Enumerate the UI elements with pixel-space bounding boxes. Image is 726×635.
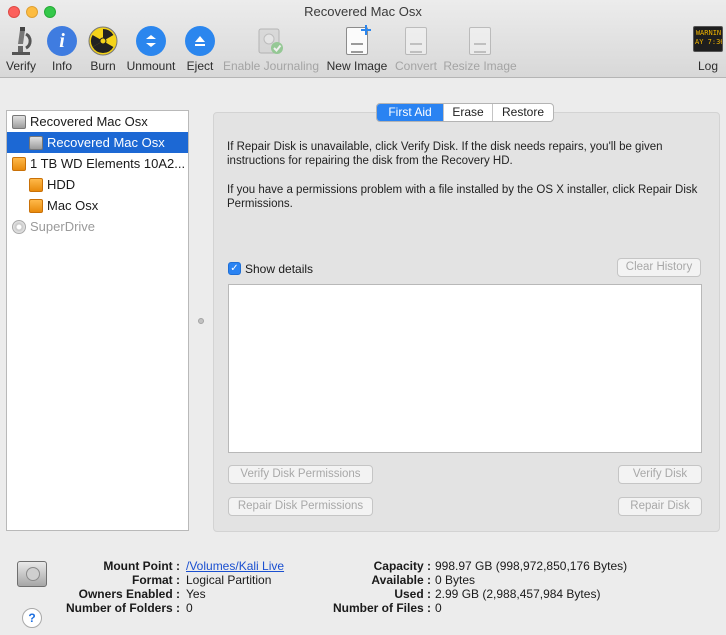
info-label: Info [51,59,72,73]
mount-point-label: Mount Point : [103,559,180,573]
verify-disk-button[interactable]: Verify Disk [618,465,702,484]
clear-history-button[interactable]: Clear History [617,258,701,277]
tab-bar: First Aid Erase Restore [376,103,554,122]
unmount-label: Unmount [126,59,176,73]
new-image-button[interactable]: New Image [325,25,389,74]
tab-restore[interactable]: Restore [492,104,553,121]
number-of-files-value: 0 [435,601,442,615]
sidebar-item-label: Recovered Mac Osx [30,114,148,129]
verify-label: Verify [5,59,36,73]
verify-disk-permissions-button[interactable]: Verify Disk Permissions [228,465,373,484]
verify-button[interactable]: Verify [2,26,40,74]
external-disk-icon [12,156,26,171]
enable-journaling-label: Enable Journaling [222,59,320,73]
number-of-folders-label: Number of Folders : [65,601,180,615]
log-icon: WARNIN AY 7:36 [693,26,723,52]
details-log-area[interactable] [228,284,702,453]
convert-icon [401,26,431,56]
selected-disk-icon [17,561,47,587]
sidebar-item-label: Mac Osx [47,198,99,213]
optical-drive-icon [12,219,26,234]
owners-enabled-label: Owners Enabled : [78,587,180,601]
available-value: 0 Bytes [435,573,476,587]
available-label: Available : [371,573,431,587]
sidebar-item-label: Recovered Mac Osx [47,135,165,150]
help-button[interactable]: ? [22,608,42,628]
eject-button[interactable]: Eject [183,26,217,74]
journaling-disk-icon [256,26,286,56]
sidebar-item-recovered-volume[interactable]: Recovered Mac Osx [7,132,188,153]
convert-button[interactable]: Convert [393,26,439,74]
show-details-label: Show details [245,262,314,276]
permissions-instructions: If you have a permissions problem with a… [227,184,698,210]
log-label: Log [697,59,719,73]
convert-label: Convert [394,59,438,73]
window-toolbar: Recovered Mac Osx Verify i Info Burn Unm… [0,0,726,78]
sidebar-item-superdrive[interactable]: SuperDrive [7,216,188,237]
external-volume-icon [29,177,43,192]
disk-sidebar: Recovered Mac Osx Recovered Mac Osx 1 TB… [6,110,189,531]
tab-first-aid[interactable]: First Aid [377,104,443,121]
split-view-handle[interactable] [198,318,204,324]
unmount-icon [136,26,166,56]
info-button[interactable]: i Info [46,26,78,74]
owners-enabled-value: Yes [186,587,206,601]
radiation-icon [88,26,118,56]
unmount-button[interactable]: Unmount [126,26,176,74]
sidebar-item-mac-osx[interactable]: Mac Osx [7,195,188,216]
sidebar-item-wd-elements[interactable]: 1 TB WD Elements 10A2... [7,153,188,174]
external-volume-icon [29,198,43,213]
resize-image-label: Resize Image [443,59,517,73]
burn-button[interactable]: Burn [86,26,120,74]
sidebar-item-hdd[interactable]: HDD [7,174,188,195]
info-icon: i [47,26,77,56]
new-image-icon [342,25,372,56]
resize-image-icon [465,26,495,56]
sidebar-item-label: SuperDrive [30,219,96,234]
repair-disk-button[interactable]: Repair Disk [618,497,702,516]
mount-point-link[interactable]: /Volumes/Kali Live [186,559,284,573]
sidebar-item-label: HDD [47,177,76,192]
number-of-folders-value: 0 [186,601,193,615]
new-image-label: New Image [326,59,388,73]
format-value: Logical Partition [186,573,272,587]
format-label: Format : [132,573,180,587]
microscope-icon [6,26,36,56]
used-value: 2.99 GB (2,988,457,984 Bytes) [435,587,601,601]
log-button[interactable]: WARNIN AY 7:36 Log [692,26,724,74]
tab-erase[interactable]: Erase [443,104,492,121]
repair-disk-permissions-button[interactable]: Repair Disk Permissions [228,497,373,516]
window-title: Recovered Mac Osx [304,4,422,19]
capacity-value: 998.97 GB (998,972,850,176 Bytes) [435,559,628,573]
volume-icon [29,135,43,150]
capacity-label: Capacity : [373,559,431,573]
eject-icon [185,26,215,56]
burn-label: Burn [90,59,116,73]
sidebar-item-internal-disk[interactable]: Recovered Mac Osx [7,111,188,132]
enable-journaling-button[interactable]: Enable Journaling [222,26,320,74]
number-of-files-label: Number of Files : [332,601,431,615]
internal-disk-icon [12,114,26,129]
used-label: Used : [394,587,431,601]
sidebar-item-label: 1 TB WD Elements 10A2... [30,156,186,171]
first-aid-instructions: If Repair Disk is unavailable, click Ver… [227,141,663,167]
show-details-checkbox[interactable]: ✓ [228,262,241,275]
eject-label: Eject [186,59,214,73]
resize-image-button[interactable]: Resize Image [443,26,517,74]
